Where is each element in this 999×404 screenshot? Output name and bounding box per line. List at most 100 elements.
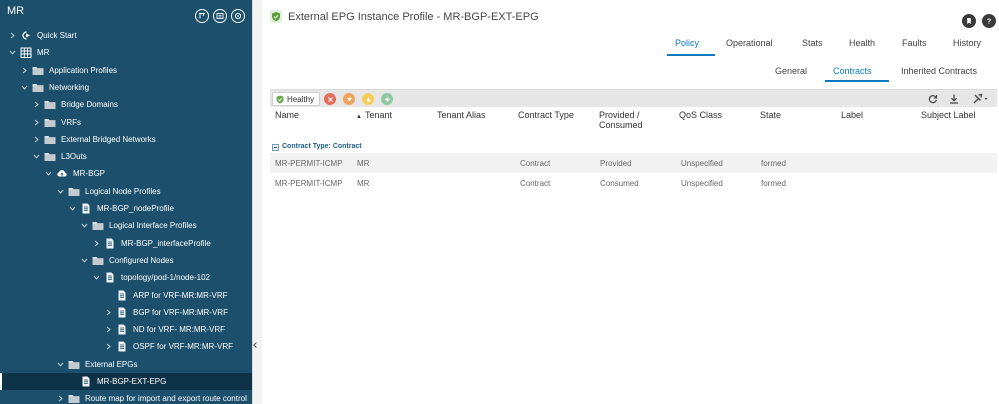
folder-icon: [44, 117, 56, 128]
table-row[interactable]: MR-PERMIT-ICMP MR Contract Consumed Unsp…: [270, 173, 997, 193]
tools-menu-icon[interactable]: [972, 93, 990, 105]
folder-icon: [32, 82, 44, 93]
sidebar-item-quick-start[interactable]: Quick Start: [0, 27, 252, 44]
chevron-down-icon[interactable]: [68, 205, 76, 213]
collapse-group-icon[interactable]: [272, 144, 279, 151]
doc-icon: [80, 376, 92, 387]
column-header-tenant[interactable]: Tenant: [365, 110, 392, 120]
sidebar-item-nd-for-vrf[interactable]: ND for VRF- MR:MR-VRF: [0, 321, 252, 338]
table-row[interactable]: MR-PERMIT-ICMP MR Contract Provided Unsp…: [270, 153, 997, 173]
sidebar-item-label: Logical Interface Profiles: [109, 221, 197, 231]
sidebar-item-bridge-domains[interactable]: Bridge Domains: [0, 96, 252, 113]
tab-stats[interactable]: Stats: [802, 38, 823, 48]
sidebar-item-route-map[interactable]: Route map for import and export route co…: [0, 390, 252, 404]
help-icon[interactable]: ?: [982, 14, 996, 28]
bookmark-icon[interactable]: [962, 14, 976, 28]
chevron-down-icon[interactable]: [8, 49, 16, 57]
health-status-badge[interactable]: Healthy: [272, 92, 321, 106]
chevron-right-icon[interactable]: [32, 101, 40, 109]
warning-fault-icon[interactable]: [381, 93, 393, 105]
sidebar-item-logical-interface-profiles[interactable]: Logical Interface Profiles: [0, 217, 252, 234]
tab-operational[interactable]: Operational: [726, 38, 773, 48]
sidebar-item-label: Route map for import and export route co…: [85, 394, 247, 404]
column-header-tenant-alias[interactable]: Tenant Alias: [437, 110, 486, 120]
chevron-down-icon[interactable]: [56, 187, 64, 195]
sidebar-item-tenant-mr[interactable]: MR: [0, 44, 252, 61]
sidebar-item-mr-bgp-nodeprofile[interactable]: MR-BGP_nodeProfile: [0, 200, 252, 217]
chevron-right-icon[interactable]: [20, 66, 28, 74]
sidebar-item-mr-bgp-ext-epg[interactable]: MR-BGP-EXT-EPG: [0, 373, 252, 390]
subtab-inherited-contracts[interactable]: Inherited Contracts: [901, 66, 977, 76]
sidebar-item-configured-nodes[interactable]: Configured Nodes: [0, 252, 252, 269]
sidebar-item-l3outs[interactable]: L3Outs: [0, 148, 252, 165]
sidebar-item-mr-bgp[interactable]: MR-BGP: [0, 165, 252, 182]
doc-icon: [80, 203, 92, 214]
sidebar-item-label: topology/pod-1/node-102: [121, 273, 210, 283]
list-view-icon[interactable]: [213, 9, 227, 23]
sidebar-item-label: MR-BGP: [73, 169, 105, 179]
column-header-subject-label[interactable]: Subject Label: [921, 110, 976, 120]
chevron-down-icon[interactable]: [92, 274, 100, 282]
chevron-right-icon[interactable]: [104, 326, 112, 334]
chevron-right-icon[interactable]: [32, 135, 40, 143]
collapse-arrow-icon[interactable]: [253, 342, 257, 348]
chevron-right-icon[interactable]: [92, 239, 100, 247]
chevron-right-icon[interactable]: [104, 343, 112, 351]
sidebar-item-external-epgs[interactable]: External EPGs: [0, 356, 252, 373]
subtab-contracts[interactable]: Contracts: [833, 66, 872, 76]
column-header-label[interactable]: Label: [841, 110, 863, 120]
chevron-down-icon[interactable]: [32, 153, 40, 161]
sidebar-item-application-profiles[interactable]: Application Profiles: [0, 62, 252, 79]
chevron-down-icon[interactable]: [56, 360, 64, 368]
cell-qos-class: Unspecified: [681, 159, 723, 168]
critical-fault-icon[interactable]: [324, 93, 336, 105]
column-header-qos-class[interactable]: QoS Class: [679, 110, 722, 120]
topology-view-icon[interactable]: [195, 9, 209, 23]
tab-policy[interactable]: Policy: [675, 38, 699, 48]
tab-faults[interactable]: Faults: [902, 38, 927, 48]
sidebar-item-ospf-for-vrf[interactable]: OSPF for VRF-MR:MR-VRF: [0, 338, 252, 355]
tab-health[interactable]: Health: [849, 38, 875, 48]
primary-tab-bar: Policy Operational Stats Health Faults H…: [262, 38, 999, 56]
sidebar-item-mr-bgp-interfaceprofile[interactable]: MR-BGP_interfaceProfile: [0, 235, 252, 252]
chevron-down-icon[interactable]: [20, 83, 28, 91]
health-status-label: Healthy: [287, 94, 315, 104]
cell-tenant: MR: [357, 179, 370, 188]
sidebar-header: MR: [0, 0, 252, 26]
doc-icon: [116, 324, 128, 335]
doc-icon: [116, 341, 128, 352]
chevron-down-icon[interactable]: [80, 256, 88, 264]
sidebar-item-external-bridged-networks[interactable]: External Bridged Networks: [0, 131, 252, 148]
chevron-right-icon[interactable]: [32, 118, 40, 126]
tab-history[interactable]: History: [953, 38, 981, 48]
folder-icon: [68, 186, 80, 197]
folder-icon: [92, 255, 104, 266]
sidebar-item-logical-node-profiles[interactable]: Logical Node Profiles: [0, 183, 252, 200]
sidebar-item-arp-for-vrf[interactable]: ARP for VRF-MR:MR-VRF: [0, 287, 252, 304]
minor-fault-icon[interactable]: [362, 93, 374, 105]
chevron-right-icon[interactable]: [56, 395, 64, 403]
target-view-icon[interactable]: [231, 9, 245, 23]
download-icon[interactable]: [948, 93, 960, 105]
sidebar-item-node-102[interactable]: topology/pod-1/node-102: [0, 269, 252, 286]
subtab-general[interactable]: General: [775, 66, 807, 76]
column-header-provided-consumed[interactable]: Provided / Consumed: [599, 110, 659, 130]
chevron-right-icon[interactable]: [104, 308, 112, 316]
refresh-icon[interactable]: [927, 93, 939, 105]
sidebar-item-networking[interactable]: Networking: [0, 79, 252, 96]
column-header-state[interactable]: State: [760, 110, 781, 120]
svg-text:?: ?: [987, 19, 991, 25]
sidebar-item-vrfs[interactable]: VRFs: [0, 114, 252, 131]
sidebar-item-label: ARP for VRF-MR:MR-VRF: [133, 290, 228, 300]
chevron-down-icon[interactable]: [80, 222, 88, 230]
column-header-name[interactable]: Name: [275, 110, 299, 120]
chevron-right-icon[interactable]: [8, 32, 16, 40]
chevron-down-icon[interactable]: [44, 170, 52, 178]
sort-ascending-icon[interactable]: ▲: [356, 112, 362, 122]
cell-state: formed: [761, 159, 786, 168]
sidebar-item-label: Networking: [49, 82, 90, 92]
active-tab-indicator: [667, 54, 715, 56]
major-fault-icon[interactable]: [343, 93, 355, 105]
column-header-contract-type[interactable]: Contract Type: [518, 110, 574, 120]
sidebar-item-bgp-for-vrf[interactable]: BGP for VRF-MR:MR-VRF: [0, 304, 252, 321]
